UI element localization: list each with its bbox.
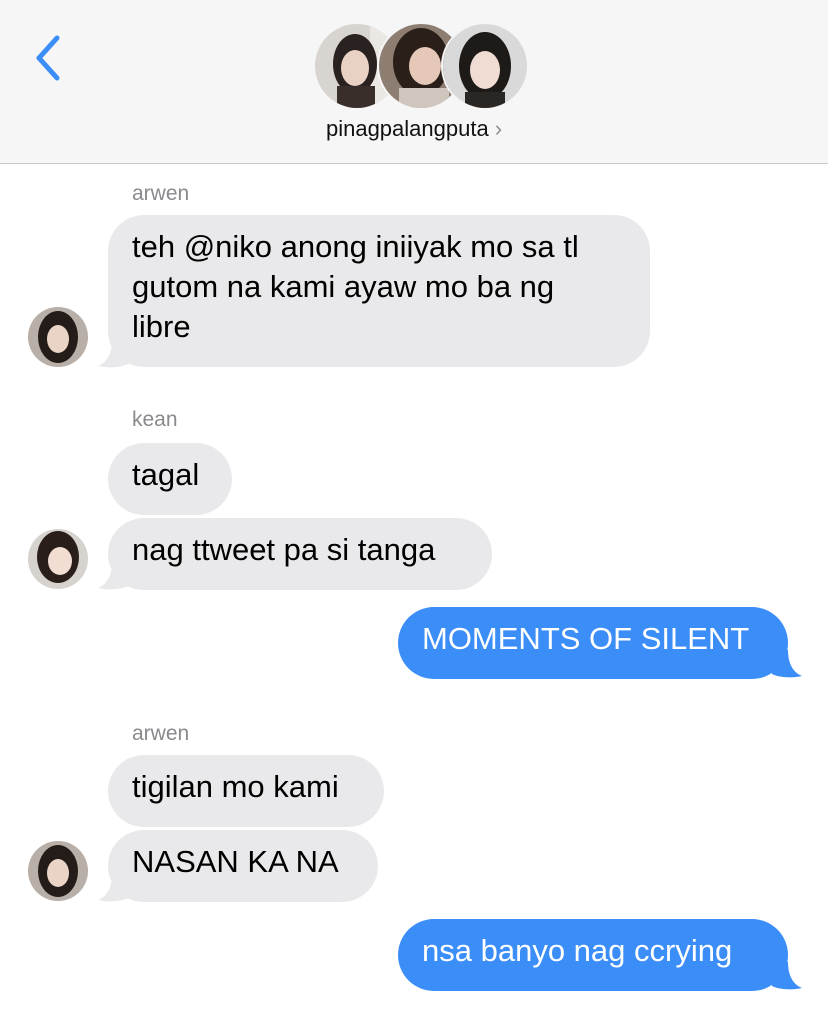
- back-button[interactable]: [26, 32, 70, 84]
- message-text: MOMENTS OF SILENT: [422, 621, 750, 656]
- message-text: NASAN KA NA: [132, 844, 339, 879]
- sender-name: arwen: [132, 182, 190, 205]
- message-text: nag ttweet pa si tanga: [132, 532, 436, 567]
- message-bubble[interactable]: nag ttweet pa si tanga: [108, 518, 492, 590]
- message-bubble[interactable]: nsa banyo nag ccrying: [398, 919, 788, 991]
- avatar: [28, 529, 88, 589]
- chat-name: pinagpalangputa: [325, 116, 489, 141]
- message-text: tagal: [132, 457, 200, 492]
- sender-name: kean: [132, 408, 178, 431]
- message-bubble[interactable]: teh @niko anong iniiyak mo sa tl gutom n…: [108, 215, 650, 367]
- chat-screen: pinagpalangputa › arwen teh @niko anong i…: [0, 0, 828, 1022]
- chat-header: pinagpalangputa ›: [0, 0, 828, 164]
- message-bubble[interactable]: tagal: [108, 443, 232, 515]
- message-text: tigilan mo kami: [132, 769, 339, 804]
- avatar: [441, 22, 529, 110]
- chevron-right-icon: ›: [494, 116, 503, 141]
- message-line: libre: [132, 309, 191, 344]
- message-text: nsa banyo nag ccrying: [422, 933, 733, 968]
- message-line: gutom na kami ayaw mo ba ng: [132, 269, 555, 304]
- chat-title[interactable]: pinagpalangputa ›: [0, 116, 828, 142]
- message-bubble[interactable]: tigilan mo kami: [108, 755, 384, 827]
- message-bubble[interactable]: NASAN KA NA: [108, 830, 378, 902]
- message-line: teh @niko anong iniiyak mo sa tl: [132, 229, 579, 264]
- chevron-left-icon: [36, 35, 60, 81]
- sender-name: arwen: [132, 722, 190, 745]
- avatar: [28, 841, 88, 901]
- group-avatars[interactable]: [313, 22, 529, 110]
- message-bubble[interactable]: MOMENTS OF SILENT: [398, 607, 788, 679]
- avatar: [28, 307, 88, 367]
